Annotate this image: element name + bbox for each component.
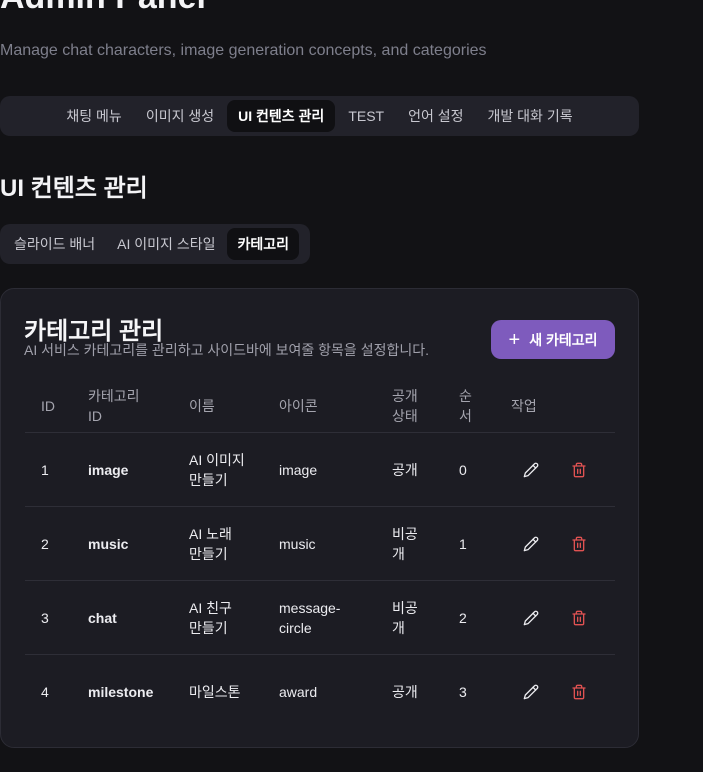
plus-icon: + (508, 328, 521, 351)
edit-icon[interactable] (521, 608, 541, 628)
table-row: 3 chat AI 친구 만들기 message- circle 비공 개 2 (25, 581, 615, 655)
category-card: 카테고리 관리 AI 서비스 카테고리를 관리하고 사이드바에 보여줄 항목을 … (0, 288, 639, 748)
cell-icon-line2: circle (279, 619, 312, 636)
cell-icon-line1: music (279, 535, 316, 552)
cell-order: 0 (459, 461, 467, 478)
header-status: 공개 상태 (392, 386, 418, 426)
cell-status-line1: 비공 (392, 599, 418, 616)
table-row: 4 milestone 마일스톤 award 공개 3 (25, 655, 615, 728)
tab-image-generation[interactable]: 이미지 생성 (135, 100, 225, 132)
cell-icon: music (279, 534, 316, 554)
cell-id: 1 (41, 461, 49, 478)
cell-name-line1: AI 친구 (189, 599, 232, 616)
cell-status: 비공 개 (392, 524, 418, 564)
app-subtitle: Manage chat characters, image generation… (0, 42, 487, 59)
cell-category-id: music (88, 535, 129, 552)
table-header: ID 카테고리 ID 이름 아이콘 공개 상태 순 서 작업 (25, 379, 615, 433)
cell-category-id: chat (88, 609, 117, 626)
app-title: Admin Panel (0, 0, 206, 17)
cell-id: 2 (41, 535, 49, 552)
cell-icon: message- circle (279, 598, 340, 638)
edit-icon[interactable] (521, 534, 541, 554)
tab-ui-content[interactable]: UI 컨텐츠 관리 (227, 100, 336, 132)
cell-name: AI 노래 만들기 (189, 524, 232, 564)
header-category-id: 카테고리 ID (88, 386, 140, 426)
header-order: 순 서 (459, 386, 472, 426)
sub-tabs: 슬라이드 배너 AI 이미지 스타일 카테고리 (0, 224, 310, 264)
edit-icon[interactable] (521, 682, 541, 702)
cell-icon: award (279, 682, 317, 702)
cell-name-line1: AI 노래 (189, 525, 232, 542)
table-row: 1 image AI 이미지 만들기 image 공개 0 (25, 433, 615, 507)
add-category-button[interactable]: + 새 카테고리 (491, 320, 615, 359)
cell-icon-line1: image (279, 461, 318, 478)
cell-order: 3 (459, 683, 467, 700)
cell-status-line1: 비공 (392, 525, 418, 542)
tab-test[interactable]: TEST (337, 102, 395, 130)
cell-status-line1: 공개 (392, 461, 418, 478)
trash-icon[interactable] (569, 460, 589, 480)
cell-status-line2: 개 (392, 545, 405, 562)
subtab-category[interactable]: 카테고리 (227, 228, 299, 260)
cell-name-line2: 만들기 (189, 471, 228, 488)
header-status-line1: 공개 (392, 387, 418, 404)
edit-icon[interactable] (521, 460, 541, 480)
cell-status-line2: 개 (392, 619, 405, 636)
header-order-line2: 서 (459, 407, 472, 424)
header-category-id-line2: ID (88, 407, 102, 424)
cell-status: 공개 (392, 460, 418, 480)
cell-name: AI 이미지 만들기 (189, 450, 245, 490)
header-actions: 작업 (511, 397, 537, 414)
cell-name-line2: 만들기 (189, 545, 228, 562)
cell-status: 공개 (392, 682, 418, 702)
card-description: AI 서비스 카테고리를 관리하고 사이드바에 보여줄 항목을 설정합니다. (24, 342, 429, 358)
cell-name-line2: 만들기 (189, 619, 228, 636)
header-status-line2: 상태 (392, 407, 418, 424)
cell-order: 1 (459, 535, 467, 552)
cell-icon-line1: message- (279, 599, 341, 616)
subtab-ai-image-style[interactable]: AI 이미지 스타일 (107, 228, 225, 260)
header-name: 이름 (189, 397, 215, 414)
tab-language-settings[interactable]: 언어 설정 (397, 100, 474, 132)
tab-chat-menu[interactable]: 채팅 메뉴 (55, 100, 132, 132)
cell-category-id: milestone (88, 683, 154, 700)
main-tabs: 채팅 메뉴 이미지 생성 UI 컨텐츠 관리 TEST 언어 설정 개발 대화 … (0, 96, 639, 136)
trash-icon[interactable] (569, 682, 589, 702)
table-row: 2 music AI 노래 만들기 music 비공 개 1 (25, 507, 615, 581)
cell-name: AI 친구 만들기 (189, 598, 232, 638)
trash-icon[interactable] (569, 534, 589, 554)
tab-dev-chat-log[interactable]: 개발 대화 기록 (477, 100, 584, 132)
add-category-label: 새 카테고리 (529, 331, 598, 348)
header-category-id-line1: 카테고리 (88, 387, 140, 404)
cell-category-id: image (88, 461, 129, 478)
cell-id: 3 (41, 609, 49, 626)
header-icon: 아이콘 (279, 397, 318, 414)
cell-icon: image (279, 460, 317, 480)
trash-icon[interactable] (569, 608, 589, 628)
cell-name-line1: 마일스톤 (189, 683, 241, 700)
cell-name: 마일스톤 (189, 682, 241, 702)
cell-name-line1: AI 이미지 (189, 451, 245, 468)
cell-status-line1: 공개 (392, 683, 418, 700)
cell-icon-line1: award (279, 683, 318, 700)
cell-status: 비공 개 (392, 598, 418, 638)
header-id: ID (41, 397, 55, 414)
subtab-slide-banner[interactable]: 슬라이드 배너 (4, 228, 105, 260)
cell-order: 2 (459, 609, 467, 626)
header-order-line1: 순 (459, 387, 472, 404)
cell-id: 4 (41, 683, 49, 700)
section-title: UI 컨텐츠 관리 (0, 175, 148, 202)
category-table: ID 카테고리 ID 이름 아이콘 공개 상태 순 서 작업 1 image A… (25, 379, 615, 728)
